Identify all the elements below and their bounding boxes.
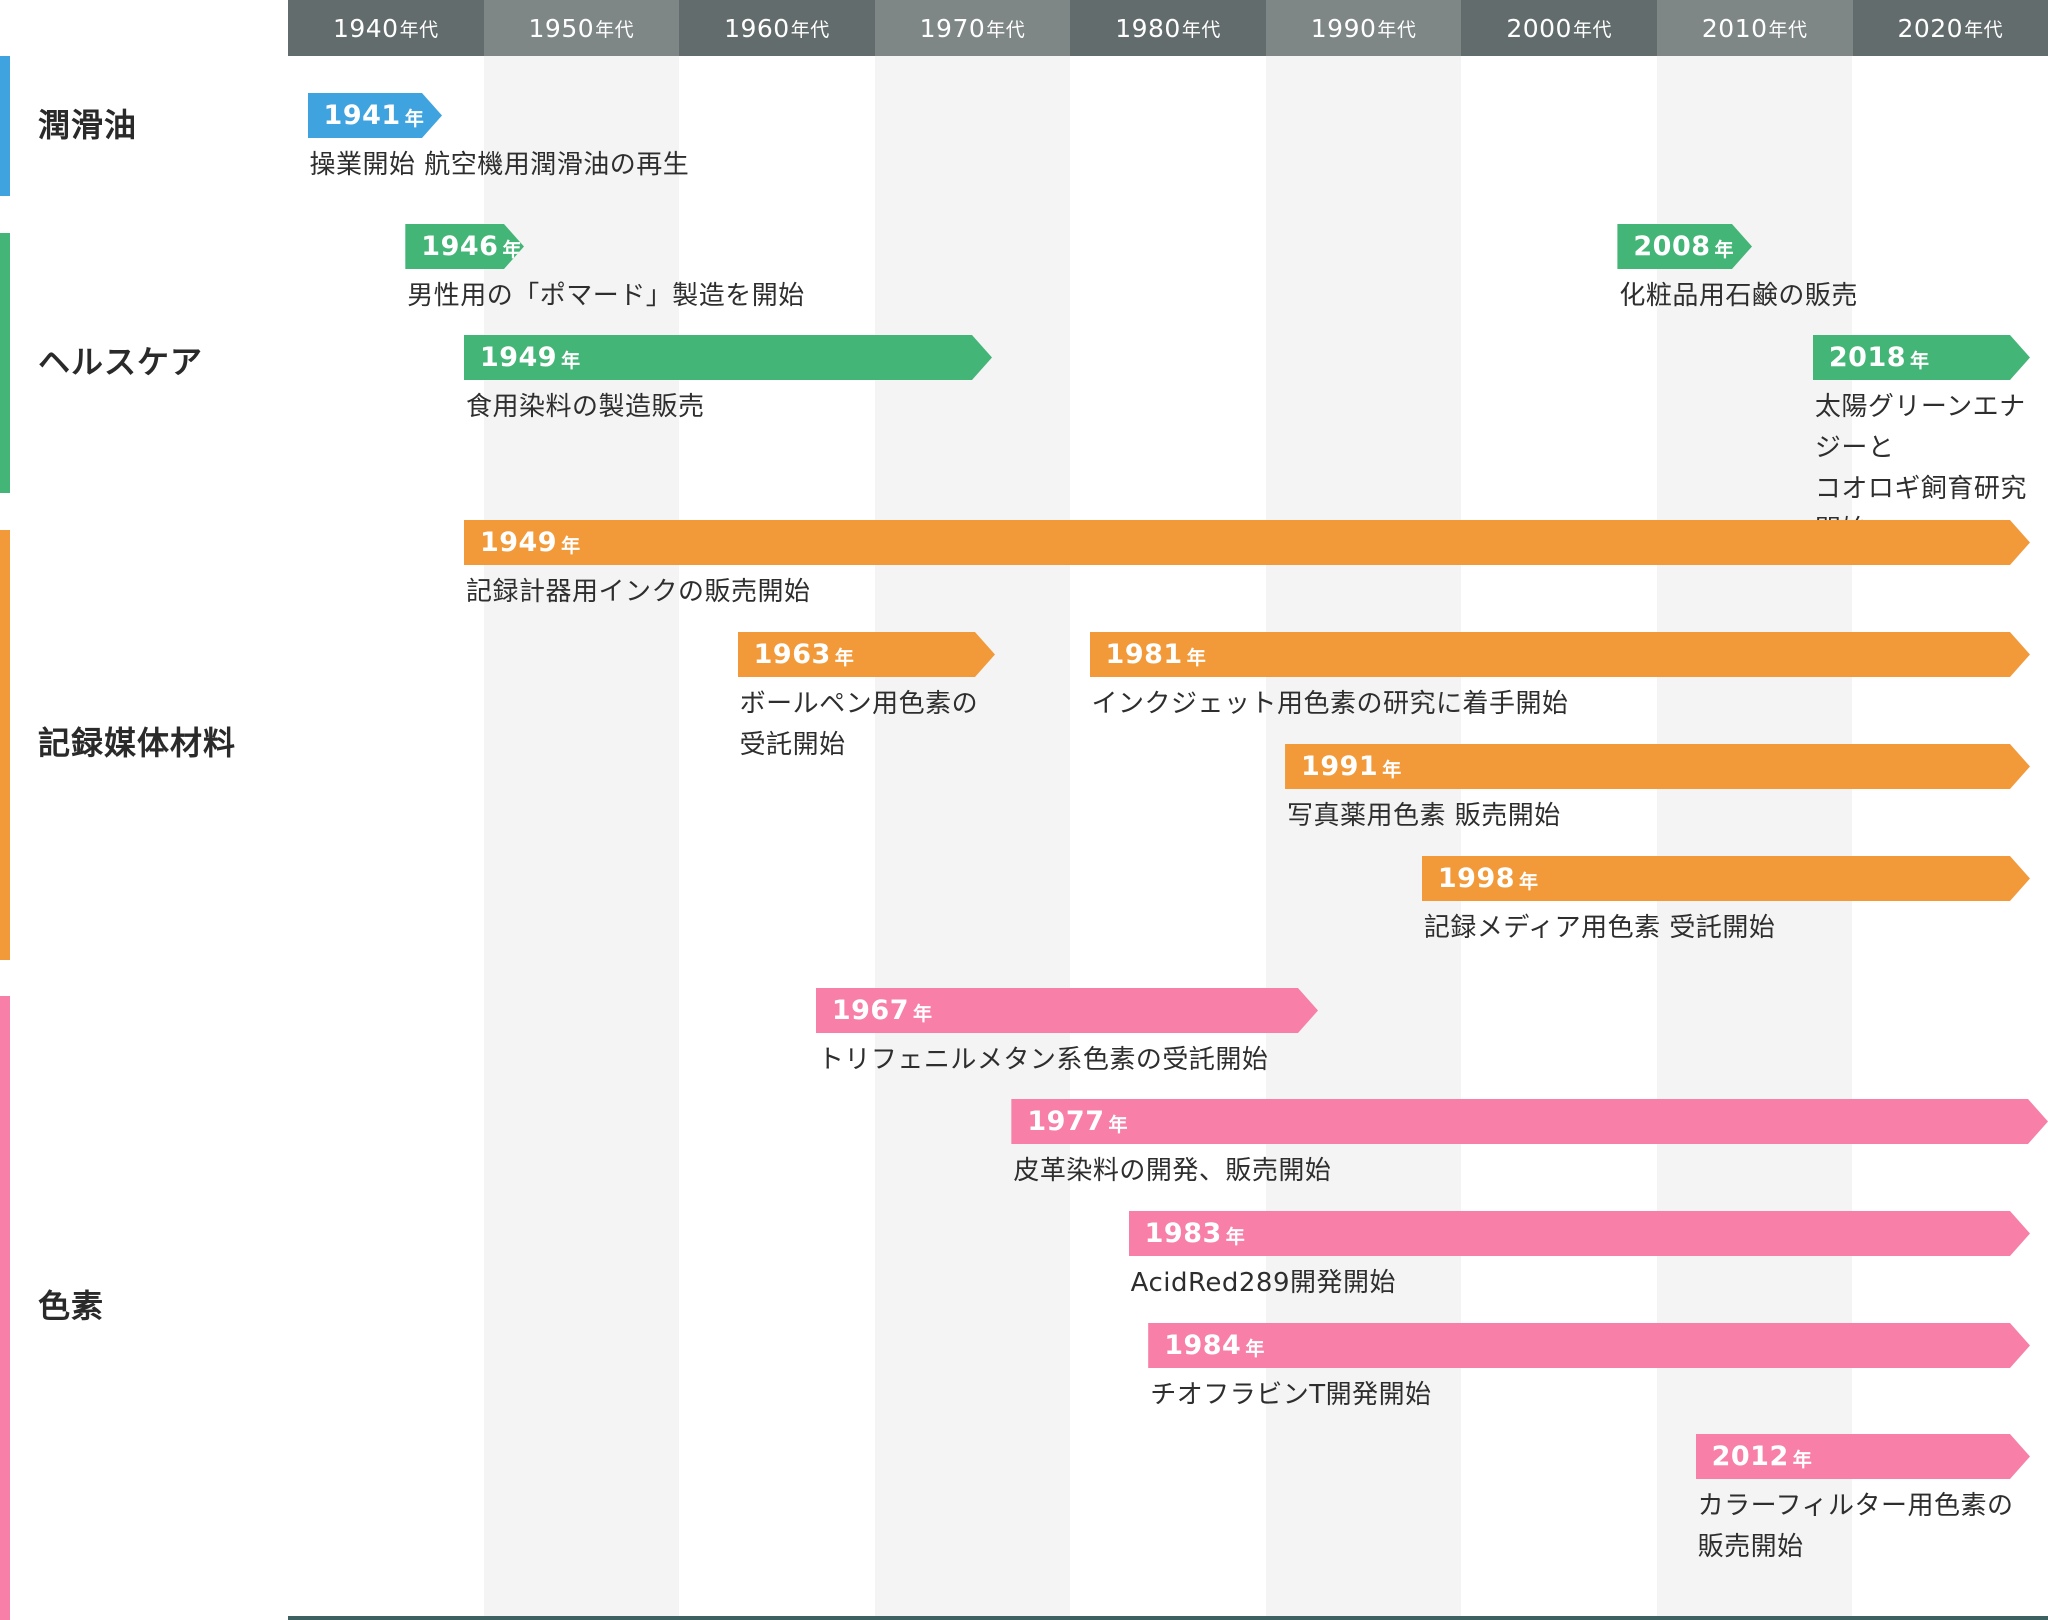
event-band: 1941 年 [308,93,442,138]
event-year-suffix: 年 [1714,239,1734,261]
event-year: 1998 [1437,863,1516,894]
event-band: 1981 年 [1090,632,2030,677]
decade-label: 2020 年代 [1852,0,2048,56]
event-year-suffix: 年 [1792,1449,1812,1471]
event-band: 2018 年 [1813,335,2030,380]
decade-suffix: 年代 [595,18,635,41]
event-description: トリフェニルメタン系色素の受託開始 [817,1045,1269,1075]
event-year: 1949 [479,527,558,558]
event-description: チオフラビンT開発開始 [1150,1380,1432,1410]
event-year: 1967 [831,995,909,1026]
category-bar-dye [0,996,10,1620]
decade-label: 1990 年代 [1265,0,1462,56]
event-band: 1949 年 [464,335,992,380]
event-description: 食用染料の製造販売 [465,392,705,422]
decade-stripe [874,56,1070,1620]
event-band: 1983 年 [1129,1211,2030,1256]
decade-header: 1940 年代 1950 年代 1960 年代 1970 年代 1980 年代 1990 年代 2000… [288,0,2048,56]
event-band: 1984 年 [1148,1323,2030,1368]
event-description: ボールペン用色素の 受託開始 [739,689,979,760]
event-year: 2008 [1633,231,1711,262]
event-year: 1941 [323,100,401,131]
decade-suffix: 年代 [986,18,1026,41]
event-band: 2008 年 [1617,224,1752,269]
decade-year: 1980 [1115,13,1181,43]
event-year-suffix: 年 [404,108,424,130]
decade-suffix: 年代 [1964,18,2004,41]
category-label-lubricant: 潤滑油 [38,106,138,144]
event-year: 1981 [1105,639,1183,670]
decade-year: 2000 [1506,13,1572,43]
category-bar-lubricant [0,56,10,196]
category-label-recording: 記録媒体材料 [38,724,237,762]
decade-year: 1950 [528,13,595,43]
event-description: カラーフィルター用色素の 販売開始 [1697,1491,2014,1562]
decade-label: 1980 年代 [1070,0,1266,56]
event-year: 1984 [1164,1330,1242,1361]
event-year-suffix: 年 [1519,871,1539,893]
event-year: 2012 [1711,1441,1789,1472]
event-description: 操業開始 航空機用潤滑油の再生 [309,150,690,180]
category-bar-recording [0,530,10,960]
decade-year: 1940 [332,13,399,43]
event-description: 男性用の「ポマード」製造を開始 [407,281,805,311]
category-label-healthcare: ヘルスケア [38,343,204,381]
event-year-suffix: 年 [561,350,581,372]
event-description: AcidRed289開発開始 [1130,1268,1397,1298]
event-band: 1967 年 [816,988,1318,1033]
decade-label: 1970 年代 [874,0,1071,56]
decade-year: 1960 [724,13,790,43]
event-year-suffix: 年 [834,647,854,669]
decade-year: 1970 [919,13,986,43]
decade-suffix: 年代 [1572,18,1612,41]
timeline-bottom-rule [288,1616,2048,1620]
event-year-suffix: 年 [1186,647,1206,669]
decade-label: 1960 年代 [679,0,875,56]
event-description: 写真薬用色素 販売開始 [1287,801,1561,831]
event-year: 1977 [1027,1106,1105,1137]
event-year: 1983 [1144,1218,1222,1249]
event-year-suffix: 年 [1910,350,1930,372]
decade-label: 2010 年代 [1656,0,1853,56]
decade-suffix: 年代 [1377,18,1417,41]
decade-label: 1950 年代 [483,0,680,56]
decade-year: 1990 [1310,13,1377,43]
decade-stripe [1852,56,2048,1620]
event-year: 2018 [1828,342,1907,373]
event-year: 1991 [1301,751,1379,782]
event-year-suffix: 年 [913,1003,933,1025]
event-description: インクジェット用色素の研究に着手開始 [1091,689,1569,719]
event-band: 1998 年 [1422,856,2030,901]
event-band: 1949 年 [464,520,2030,565]
event-year-suffix: 年 [1108,1114,1128,1136]
event-year: 1946 [421,231,499,262]
decade-suffix: 年代 [1181,18,1221,41]
event-description: 記録メディア用色素 受託開始 [1423,913,1776,943]
event-band: 2012 年 [1696,1434,2030,1479]
event-year-suffix: 年 [1382,759,1402,781]
decade-year: 2020 [1897,13,1964,43]
decade-year: 2010 [1701,13,1768,43]
event-year: 1963 [753,639,831,670]
decade-suffix: 年代 [1768,18,1808,41]
event-year-suffix: 年 [1245,1338,1265,1360]
event-description: 皮革染料の開発、販売開始 [1013,1156,1332,1186]
event-year-suffix: 年 [561,535,581,557]
decade-suffix: 年代 [790,18,830,41]
event-band: 1946 年 [405,224,524,269]
decade-label: 1940 年代 [288,0,484,56]
event-band: 1991 年 [1285,744,2030,789]
event-description: 化粧品用石鹸の販売 [1619,281,1858,311]
event-band: 1963 年 [738,632,995,677]
event-band: 1977 年 [1011,1099,2048,1144]
category-bar-healthcare [0,233,10,493]
event-description: 記録計器用インクの販売開始 [465,577,811,607]
event-year-suffix: 年 [1225,1226,1245,1248]
decade-label: 2000 年代 [1461,0,1657,56]
event-year: 1949 [479,342,558,373]
category-label-dye: 色素 [38,1287,105,1325]
decade-suffix: 年代 [399,18,439,41]
